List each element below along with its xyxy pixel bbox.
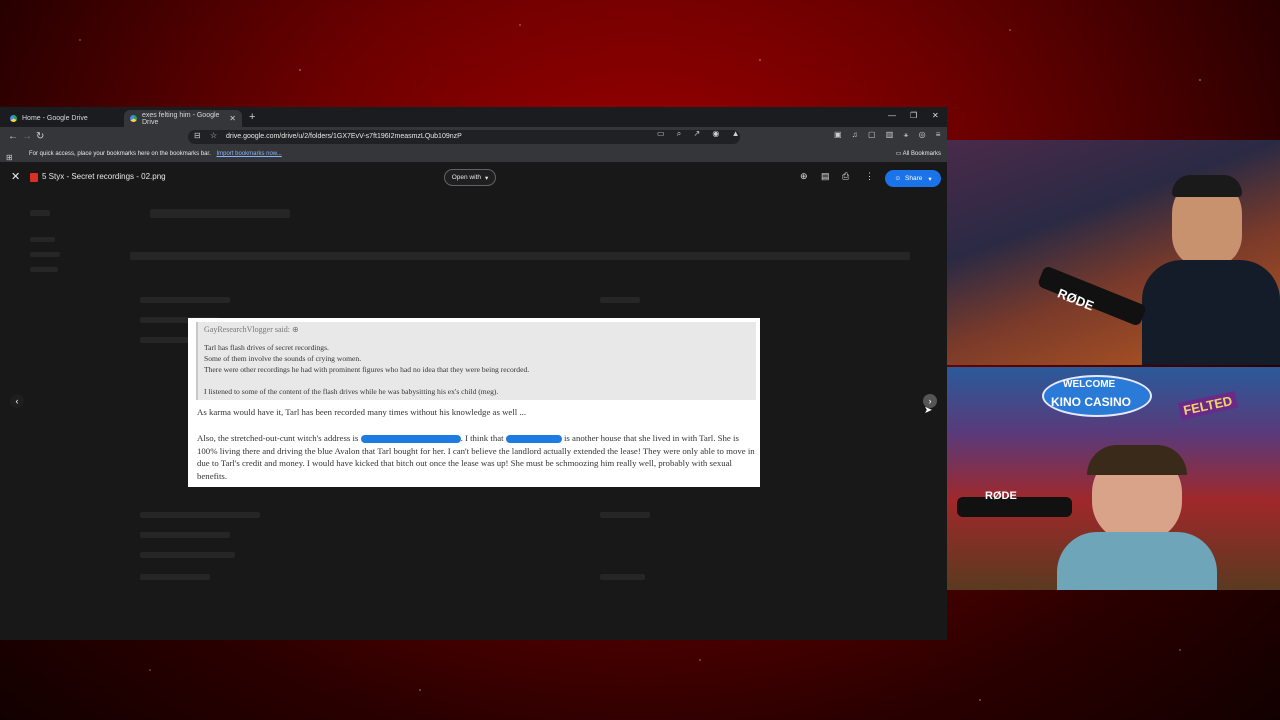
dimmed-background bbox=[30, 237, 55, 242]
minimize-icon[interactable]: — bbox=[888, 111, 896, 120]
dimmed-background bbox=[30, 210, 50, 216]
post-body: As karma would have it, Tarl has been re… bbox=[197, 406, 755, 483]
open-with-button[interactable]: Open with ▾ bbox=[444, 169, 496, 186]
bookmarks-prompt: For quick access, place your bookmarks h… bbox=[29, 151, 211, 157]
more-options-icon[interactable]: ⋮ bbox=[865, 171, 874, 182]
dimmed-background bbox=[600, 512, 650, 518]
browser-toolbar: ← → ↻ drive.google.com/drive/u/2/folders… bbox=[0, 127, 947, 147]
dimmed-background bbox=[140, 552, 235, 558]
document-image: GayResearchVlogger said: ⊕ Tarl has flas… bbox=[188, 318, 760, 487]
quote-author: GayResearchVlogger said: ⊕ bbox=[204, 325, 756, 334]
streamer-shirt bbox=[1057, 532, 1217, 590]
drive-favicon-icon bbox=[130, 115, 137, 122]
paragraph-1: As karma would have it, Tarl has been re… bbox=[197, 407, 527, 417]
streamer-shirt bbox=[1142, 260, 1280, 365]
share-person-icon: ☺ bbox=[894, 175, 901, 182]
redaction-mark bbox=[360, 434, 461, 443]
back-icon[interactable]: ← bbox=[8, 131, 18, 142]
dimmed-background bbox=[140, 532, 230, 538]
webcam-feed-top: RØDE bbox=[947, 140, 1280, 365]
dimmed-background bbox=[600, 297, 640, 303]
import-bookmarks-link[interactable]: Import bookmarks now... bbox=[216, 151, 281, 157]
hair bbox=[1087, 445, 1187, 475]
new-tab-icon[interactable]: + bbox=[249, 111, 255, 123]
dimmed-background bbox=[130, 252, 910, 260]
tab-exes-felting[interactable]: exes felting him - Google Drive ✕ bbox=[124, 110, 242, 127]
tab-label: Home - Google Drive bbox=[22, 115, 88, 122]
dimmed-background bbox=[30, 267, 58, 272]
close-viewer-icon[interactable]: ✕ bbox=[11, 170, 20, 183]
sign-casino: KINO CASINO bbox=[1051, 395, 1132, 409]
reload-icon[interactable]: ↻ bbox=[36, 131, 44, 142]
dimmed-background bbox=[140, 297, 230, 303]
microphone bbox=[1036, 265, 1148, 327]
url-text: drive.google.com/drive/u/2/folders/1GX7E… bbox=[226, 133, 462, 140]
dimmed-background bbox=[600, 574, 645, 580]
forward-icon[interactable]: → bbox=[22, 131, 32, 142]
quote-line: Tarl has flash drives of secret recordin… bbox=[204, 343, 329, 352]
dimmed-background bbox=[140, 574, 210, 580]
tab-label: exes felting him - Google Drive bbox=[142, 111, 220, 126]
bookmark-star-icon[interactable]: ☆ bbox=[210, 131, 217, 140]
dropdown-caret-icon: ▾ bbox=[485, 174, 489, 182]
paragraph-2-mid: . I think that bbox=[460, 432, 504, 443]
maximize-icon[interactable]: ❐ bbox=[910, 111, 917, 120]
quote-line: I listened to some of the content of the… bbox=[204, 387, 499, 396]
mic-brand-text: RØDE bbox=[985, 490, 1017, 502]
comment-icon[interactable]: ▤ bbox=[821, 171, 830, 182]
mouse-cursor-icon: ➤ bbox=[924, 405, 933, 416]
close-tab-icon[interactable]: ✕ bbox=[229, 114, 236, 123]
quote-line: There were other recordings he had with … bbox=[204, 365, 530, 374]
tab-strip: Home - Google Drive exes felting him - G… bbox=[0, 107, 947, 127]
viewer-header: ✕ 5 Styx - Secret recordings - 02.png Op… bbox=[0, 162, 947, 194]
cap bbox=[1172, 175, 1242, 197]
dropdown-caret-icon: ▾ bbox=[928, 175, 932, 183]
dimmed-background bbox=[30, 252, 60, 257]
paragraph-2: Also, the stretched-out-cunt witch's add… bbox=[197, 432, 755, 483]
paragraph-2-start: Also, the stretched-out-cunt witch's add… bbox=[197, 432, 359, 443]
redaction-mark bbox=[505, 434, 562, 443]
folder-icon: ▭ bbox=[895, 151, 903, 157]
all-bookmarks-button[interactable]: ▭ All Bookmarks bbox=[896, 147, 941, 162]
extension-icons[interactable]: ▣ ♫ ▢ ▥ ⚹ ◎ ≡ bbox=[834, 130, 944, 140]
image-file-icon bbox=[30, 173, 38, 182]
bookmarks-bar: ⊞ For quick access, place your bookmarks… bbox=[0, 147, 947, 162]
quote-author-text: GayResearchVlogger said: bbox=[204, 325, 290, 334]
open-with-label: Open with bbox=[451, 174, 481, 181]
print-icon[interactable]: ⎙ bbox=[842, 171, 849, 182]
add-to-drive-icon[interactable]: ⊕ bbox=[800, 171, 808, 182]
webcam-feed-bottom: WELCOME KINO CASINO FELTED RØDE bbox=[947, 367, 1280, 590]
close-window-icon[interactable]: ✕ bbox=[932, 111, 939, 120]
expand-quote-icon: ⊕ bbox=[291, 325, 299, 334]
dimmed-background bbox=[150, 209, 290, 218]
share-label: Share bbox=[905, 175, 923, 182]
dimmed-background bbox=[140, 512, 260, 518]
previous-file-icon[interactable]: ‹ bbox=[10, 394, 24, 408]
tab-home-drive[interactable]: Home - Google Drive bbox=[4, 110, 122, 127]
all-bookmarks-label: All Bookmarks bbox=[902, 151, 941, 157]
site-info-icon[interactable]: ⊟ bbox=[194, 131, 201, 140]
sign-felted: FELTED bbox=[1177, 391, 1238, 420]
sign-welcome: WELCOME bbox=[1063, 379, 1116, 390]
quote-block: GayResearchVlogger said: ⊕ Tarl has flas… bbox=[196, 322, 756, 400]
file-name: 5 Styx - Secret recordings - 02.png bbox=[42, 172, 166, 181]
quote-line: Some of them involve the sounds of cryin… bbox=[204, 354, 362, 363]
address-bar-action-icons[interactable]: ▭ ⌕ ↗ ◉ ▲ bbox=[657, 129, 745, 139]
share-button[interactable]: ☺ Share ▾ bbox=[885, 170, 941, 187]
drive-favicon-icon bbox=[10, 115, 17, 122]
